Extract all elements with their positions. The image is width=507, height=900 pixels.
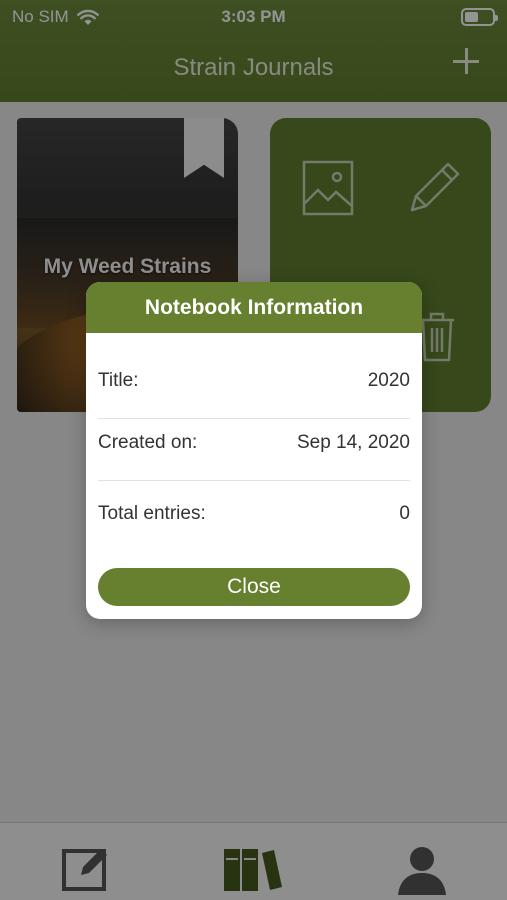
title-label: Title: — [98, 370, 139, 391]
title-value: 2020 — [367, 370, 410, 391]
divider — [98, 480, 410, 481]
entries-value: 0 — [399, 503, 410, 524]
modal-title: Notebook Information — [86, 282, 422, 333]
close-button[interactable]: Close — [98, 568, 410, 606]
notebook-info-modal: Notebook Information Title: 2020 Created… — [86, 282, 422, 619]
divider — [98, 418, 410, 419]
created-value: Sep 14, 2020 — [296, 432, 410, 453]
info-row-title: Title: 2020 — [98, 370, 410, 392]
info-row-entries: Total entries: 0 — [98, 503, 410, 525]
created-label: Created on: — [98, 432, 198, 453]
entries-label: Total entries: — [98, 503, 206, 524]
info-row-created: Created on: Sep 14, 2020 — [98, 432, 410, 454]
